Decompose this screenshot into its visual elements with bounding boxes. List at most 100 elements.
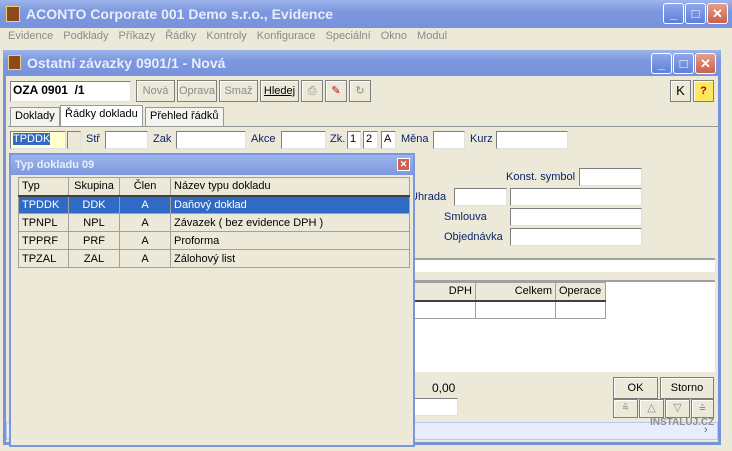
close-button[interactable]: ✕ xyxy=(707,3,728,24)
first-icon[interactable]: ⩯ xyxy=(613,399,638,418)
table-row[interactable] xyxy=(410,300,606,319)
type-field[interactable]: TPDDK xyxy=(10,131,66,149)
app-icon xyxy=(6,6,20,22)
col-celkem[interactable]: Celkem xyxy=(475,282,556,302)
menu-okno[interactable]: Okno xyxy=(381,30,407,42)
table-row[interactable]: TPNPL NPL A Závazek ( bez evidence DPH ) xyxy=(18,213,410,232)
up-icon[interactable]: △ xyxy=(639,399,664,418)
note-bar xyxy=(410,258,715,272)
konst-symbol-field[interactable] xyxy=(579,168,642,186)
type-popup: Typ dokladu 09 ✕ Typ Skupina Člen Název … xyxy=(9,153,415,447)
cell-nazev: Daňový doklad xyxy=(170,195,410,214)
table-row[interactable]: TPPRF PRF A Proforma xyxy=(18,231,410,250)
popup-title: Typ dokladu 09 xyxy=(15,159,95,171)
cell-nazev: Zálohový list xyxy=(170,249,410,268)
refresh-icon[interactable]: ↻ xyxy=(349,80,371,102)
col-dph[interactable]: DPH xyxy=(410,282,476,302)
cell-clen: A xyxy=(119,195,171,214)
menu-modul[interactable]: Modul xyxy=(417,30,447,42)
menu-podklady[interactable]: Podklady xyxy=(63,30,108,42)
konst-symbol-label: Konst. symbol xyxy=(506,171,576,183)
child-close-button[interactable]: ✕ xyxy=(695,53,716,74)
tab-divider xyxy=(8,126,720,127)
help-button[interactable]: ? xyxy=(693,80,714,102)
marker-icon[interactable]: ✎ xyxy=(325,80,347,102)
str-field[interactable] xyxy=(105,131,148,149)
mena-field[interactable] xyxy=(433,131,465,149)
menu-kontroly[interactable]: Kontroly xyxy=(206,30,246,42)
edit-button[interactable]: Oprava xyxy=(177,80,217,102)
delete-button[interactable]: Smaž xyxy=(219,80,258,102)
smlouva-label: Smlouva xyxy=(444,211,487,223)
table-row[interactable]: TPZAL ZAL A Zálohový list xyxy=(18,249,410,268)
child-titlebar: Ostatní závazky 0901/1 - Nová _ □ ✕ xyxy=(3,50,721,76)
tab-radky-dokladu[interactable]: Řádky dokladu xyxy=(60,105,143,127)
type-value: TPDDK xyxy=(13,133,51,145)
cell-nazev: Proforma xyxy=(170,231,410,250)
menu-evidence[interactable]: Evidence xyxy=(8,30,53,42)
popup-titlebar: Typ dokladu 09 ✕ xyxy=(11,155,413,175)
lines-table: DPH Celkem Operace xyxy=(410,282,606,319)
col-clen[interactable]: Člen xyxy=(119,177,171,197)
cell-clen: A xyxy=(119,249,171,268)
tab-prehled-radku[interactable]: Přehled řádků xyxy=(145,107,224,126)
watermark: INSTALUJ.CZ xyxy=(650,417,715,428)
storno-button[interactable]: Storno xyxy=(660,377,714,399)
col-operace[interactable]: Operace xyxy=(555,282,606,302)
ok-button[interactable]: OK xyxy=(613,377,658,399)
maximize-button[interactable]: □ xyxy=(685,3,706,24)
cell-clen: A xyxy=(119,231,171,250)
zk2-field[interactable]: 2 xyxy=(363,131,378,149)
zk1-field[interactable]: 1 xyxy=(347,131,361,149)
akce-label: Akce xyxy=(251,133,276,145)
cell-typ: TPZAL xyxy=(18,249,69,268)
mena-label: Měna xyxy=(401,133,429,145)
document-number-field[interactable]: OZA 0901 /1 xyxy=(10,81,131,102)
kurz-field[interactable] xyxy=(496,131,568,149)
type-extra-field[interactable] xyxy=(67,131,81,149)
cell-typ: TPNPL xyxy=(18,213,69,232)
menu-specialni[interactable]: Speciální xyxy=(325,30,370,42)
zak-field[interactable] xyxy=(176,131,246,149)
akce-field[interactable] xyxy=(281,131,326,149)
table-row[interactable]: TPDDK DDK A Daňový doklad xyxy=(18,195,410,214)
search-button[interactable]: Hledej xyxy=(260,80,299,102)
cell-skupina: ZAL xyxy=(68,249,120,268)
uhrada-name-field[interactable] xyxy=(510,188,642,206)
down-icon[interactable]: ▽ xyxy=(665,399,690,418)
str-label: Stř xyxy=(86,133,101,145)
cell-typ: TPDDK xyxy=(18,195,69,214)
k-button[interactable]: K xyxy=(670,80,691,102)
last-icon[interactable]: ⩮ xyxy=(691,399,714,418)
popup-close-button[interactable]: ✕ xyxy=(397,158,410,171)
menu-konfigurace[interactable]: Konfigurace xyxy=(257,30,316,42)
menu-prikazy[interactable]: Příkazy xyxy=(119,30,156,42)
print-icon[interactable]: ⎙ xyxy=(301,80,323,102)
zak-label: Zak xyxy=(153,133,172,145)
child-title: Ostatní závazky 0901/1 - Nová xyxy=(27,55,226,71)
col-typ[interactable]: Typ xyxy=(18,177,69,197)
cell-typ: TPPRF xyxy=(18,231,69,250)
uhrada-field[interactable] xyxy=(454,188,507,206)
objednavka-field[interactable] xyxy=(510,228,642,246)
menu-bar: Evidence Podklady Příkazy Řádky Kontroly Konf… xyxy=(8,30,457,42)
new-button[interactable]: Nová xyxy=(136,80,175,102)
col-skupina[interactable]: Skupina xyxy=(68,177,120,197)
app-title: ACONTO Corporate 001 Demo s.r.o., Eviden… xyxy=(26,6,334,22)
type-table: Typ Skupina Člen Název typu dokladu TPDD… xyxy=(18,177,410,268)
child-maximize-button[interactable]: □ xyxy=(673,53,694,74)
app-titlebar: ACONTO Corporate 001 Demo s.r.o., Eviden… xyxy=(0,0,732,28)
menu-radky[interactable]: Řádky xyxy=(165,30,196,42)
minimize-button[interactable]: _ xyxy=(663,3,684,24)
child-minimize-button[interactable]: _ xyxy=(651,53,672,74)
tab-doklady[interactable]: Doklady xyxy=(10,107,60,126)
cell-skupina: PRF xyxy=(68,231,120,250)
col-nazev[interactable]: Název typu dokladu xyxy=(170,177,410,197)
smlouva-field[interactable] xyxy=(510,208,642,226)
cell-nazev: Závazek ( bez evidence DPH ) xyxy=(170,213,410,232)
total-field[interactable] xyxy=(410,398,458,416)
zk3-field[interactable]: A xyxy=(381,131,396,149)
zk-label: Zk. xyxy=(330,133,346,145)
total-value: 0,00 xyxy=(432,381,456,395)
kurz-label: Kurz xyxy=(470,133,493,145)
